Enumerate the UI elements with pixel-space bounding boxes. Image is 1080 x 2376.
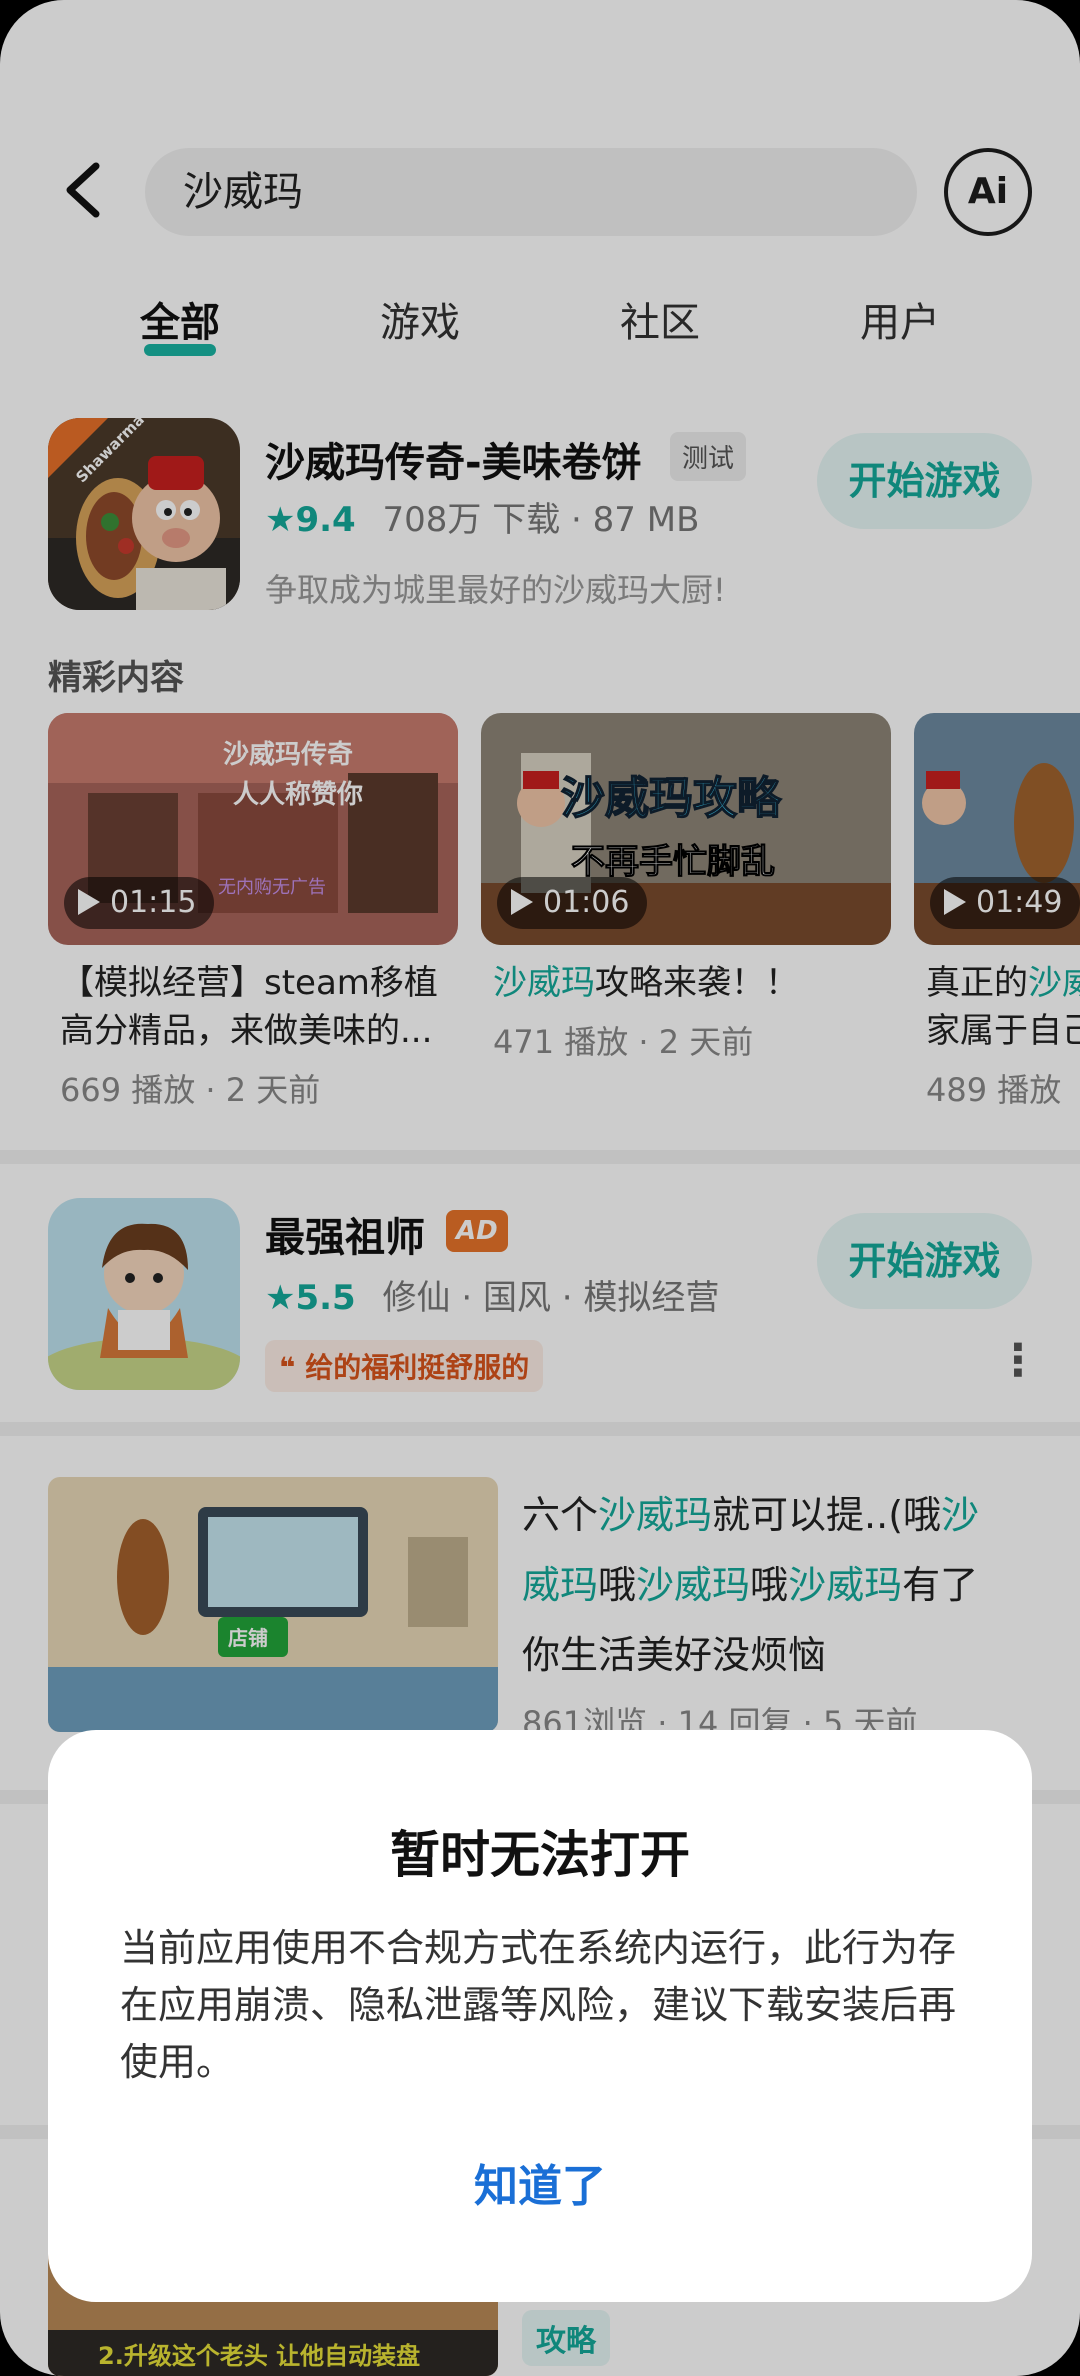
dialog-ok-button[interactable]: 知道了 [48, 2150, 1032, 2214]
screen: 沙威玛 Ai 全部 游戏 社区 用户 Shawarma 沙威玛传奇-美味卷饼 测… [0, 0, 1080, 2376]
alert-dialog: 暂时无法打开 当前应用使用不合规方式在系统内运行，此行为存在应用崩溃、隐私泄露等… [48, 1730, 1032, 2302]
dialog-title: 暂时无法打开 [390, 1826, 690, 1884]
dialog-message: 当前应用使用不合规方式在系统内运行，此行为存在应用崩溃、隐私泄露等风险，建议下载… [120, 1926, 957, 2084]
